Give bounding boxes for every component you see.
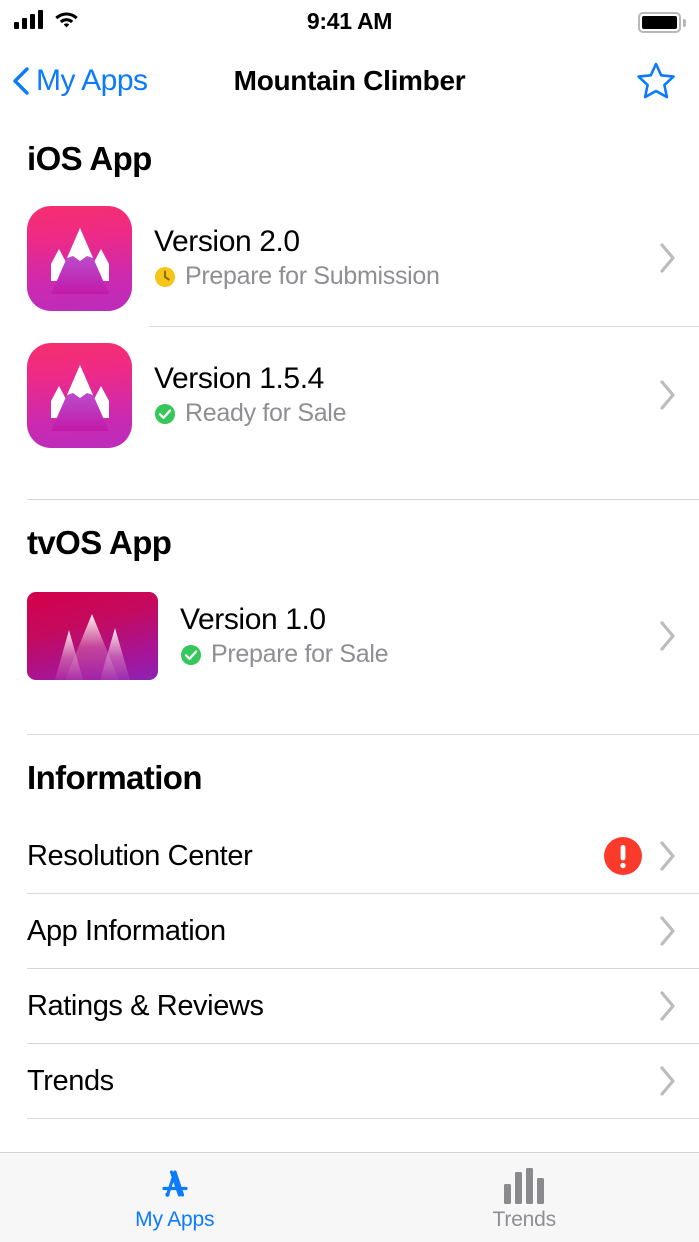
tab-label: Trends [493,1208,556,1232]
tab-bar: My Apps Trends [0,1152,699,1242]
chevron-right-icon [657,1064,677,1098]
navigation-bar: My Apps Mountain Climber [0,46,699,116]
chevron-right-icon [657,619,677,653]
list-divider [27,1118,699,1119]
tab-trends[interactable]: Trends [350,1153,699,1242]
version-row-text: Version 1.0 Prepare for Sale [158,603,657,670]
checkmark-circle-icon [154,403,176,425]
status-bar-time: 9:41 AM [0,8,699,35]
battery-full-icon [638,12,686,33]
list-item-label: Trends [27,1065,657,1098]
section-header-ios: iOS App [0,140,699,178]
section-header-tvos: tvOS App [0,524,699,562]
version-status: Ready for Sale [154,399,657,428]
tab-label: My Apps [135,1208,214,1232]
version-row-text: Version 2.0 Prepare for Submission [132,225,657,292]
chevron-right-icon [657,378,677,412]
list-item-label: Ratings & Reviews [27,990,657,1023]
page-title: Mountain Climber [0,65,699,97]
section-ios-app: iOS App [0,140,699,451]
section-information: Information Resolution Center [0,759,699,1119]
status-bar: 9:41 AM [0,0,699,46]
version-row[interactable]: Version 1.0 Prepare for Sale [0,586,699,686]
tab-my-apps[interactable]: My Apps [0,1153,350,1242]
version-row[interactable]: Version 1.5.4 Ready for Sale [0,339,699,451]
version-status: Prepare for Submission [154,262,657,291]
bar-chart-icon [504,1164,544,1204]
list-item-label: Resolution Center [27,840,603,873]
version-title: Version 2.0 [154,225,657,259]
app-store-icon [155,1164,195,1204]
section-header-information: Information [0,759,699,797]
chevron-right-icon [657,839,677,873]
version-row[interactable]: Version 2.0 Prepare for Submission [0,202,699,314]
mountain-climber-app-icon [27,206,132,311]
mountain-climber-app-icon [27,343,132,448]
chevron-right-icon [657,241,677,275]
list-item-label: App Information [27,915,657,948]
star-outline-icon[interactable] [635,60,677,102]
chevron-right-icon [657,914,677,948]
clock-icon [154,266,176,288]
section-divider [27,734,699,735]
mountain-climber-tv-icon [27,592,158,680]
version-status-label: Prepare for Sale [211,640,388,669]
list-item-trends[interactable]: Trends [0,1044,699,1118]
list-item-ratings-reviews[interactable]: Ratings & Reviews [0,969,699,1043]
checkmark-circle-icon [180,644,202,666]
list-item-app-information[interactable]: App Information [0,894,699,968]
version-title: Version 1.5.4 [154,362,657,396]
list-item-resolution-center[interactable]: Resolution Center [0,819,699,893]
main-content: iOS App [0,116,699,1152]
version-status-label: Prepare for Submission [185,262,440,291]
row-divider [149,326,699,327]
chevron-right-icon [657,989,677,1023]
section-divider [27,499,699,500]
version-row-text: Version 1.5.4 Ready for Sale [132,362,657,429]
version-title: Version 1.0 [180,603,657,637]
version-status: Prepare for Sale [180,640,657,669]
section-tvos-app: tvOS App [0,524,699,686]
app-screen: 9:41 AM My Apps Mountain Climber iOS App [0,0,699,1242]
version-status-label: Ready for Sale [185,399,346,428]
alert-exclamation-icon [603,836,643,876]
